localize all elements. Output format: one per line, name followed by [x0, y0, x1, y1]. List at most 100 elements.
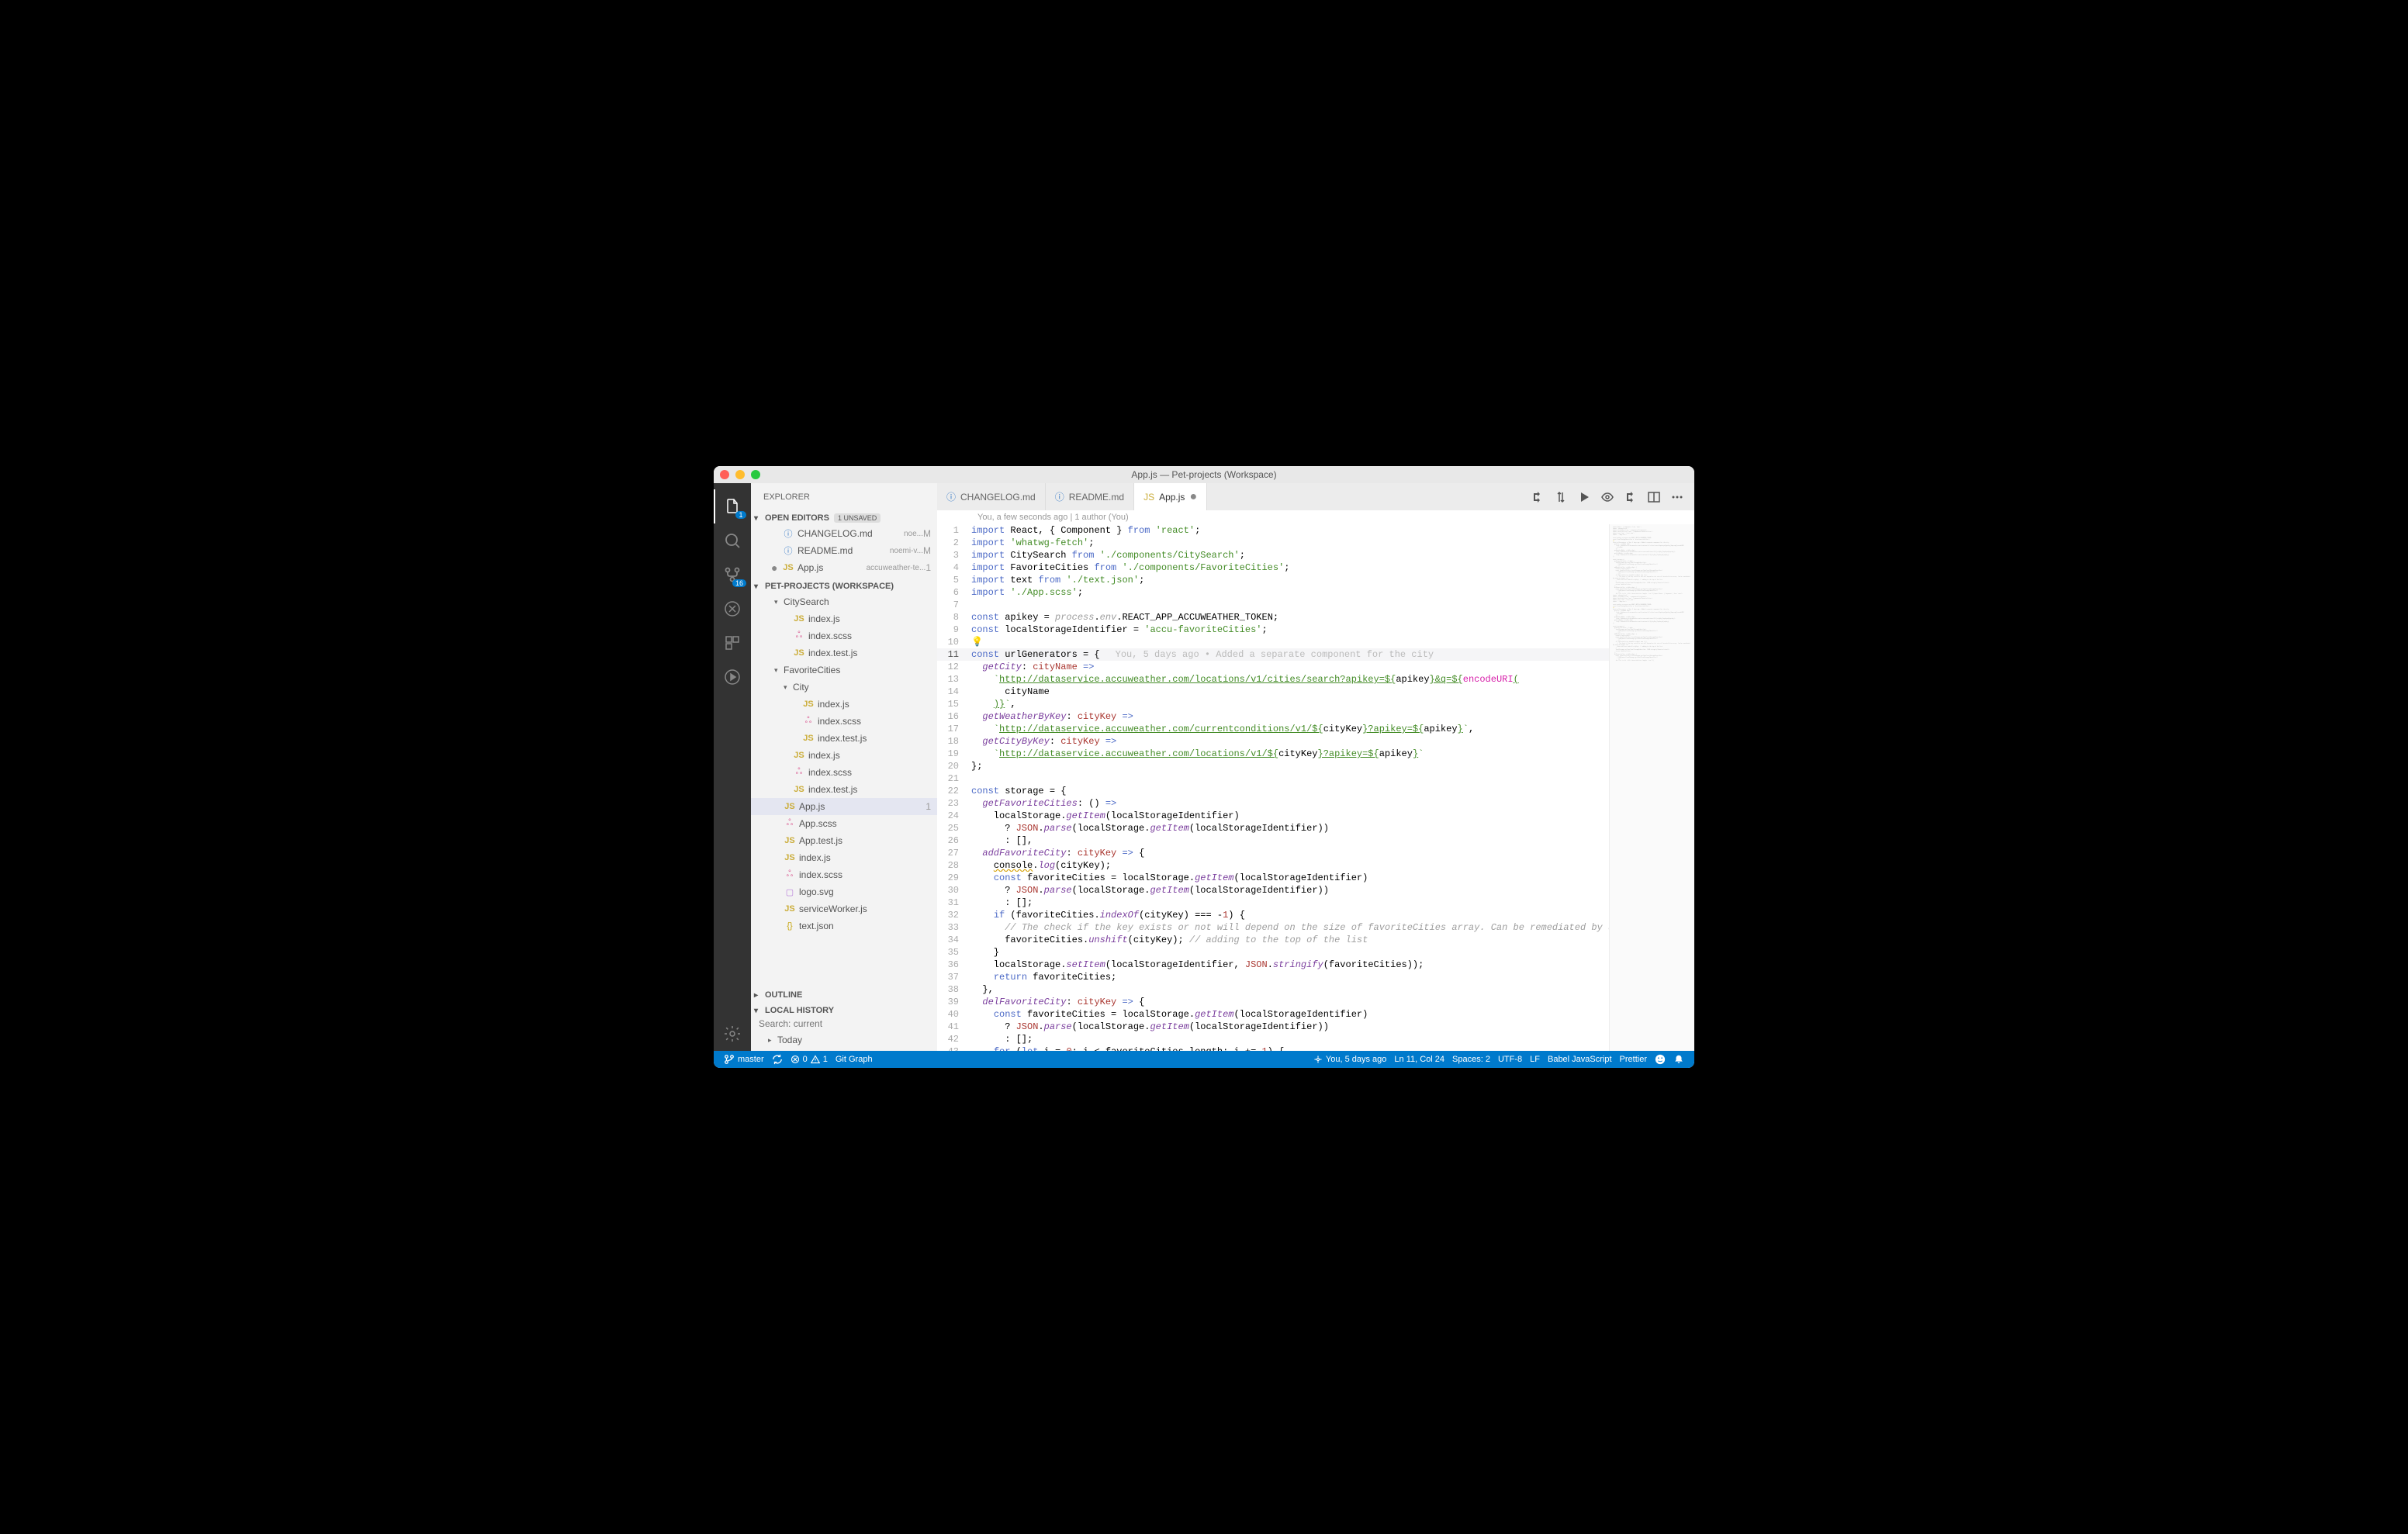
compare-icon[interactable] [1555, 491, 1567, 503]
file-item[interactable]: JSindex.test.js [751, 644, 937, 662]
file-item[interactable]: JSindex.test.js [751, 730, 937, 747]
code-line[interactable]: 1import React, { Component } from 'react… [937, 524, 1609, 537]
code-line[interactable]: 35 } [937, 946, 1609, 959]
editor-tab[interactable]: ⓘREADME.md [1046, 483, 1134, 510]
close-button[interactable] [720, 470, 729, 479]
workspace-header[interactable]: ▾ PET-PROJECTS (WORKSPACE) [751, 580, 937, 593]
code-line[interactable]: 16 getWeatherByKey: cityKey => [937, 710, 1609, 723]
code-line[interactable]: 25 ? JSON.parse(localStorage.getItem(loc… [937, 822, 1609, 834]
code-line[interactable]: 26 : [], [937, 834, 1609, 847]
code-line[interactable]: 41 ? JSON.parse(localStorage.getItem(loc… [937, 1021, 1609, 1033]
code-line[interactable]: 42 : []; [937, 1033, 1609, 1045]
file-item[interactable]: ஃindex.scss [751, 866, 937, 883]
language-mode[interactable]: Babel JavaScript [1544, 1051, 1616, 1068]
code-line[interactable]: 6import './App.scss'; [937, 586, 1609, 599]
prettier-status[interactable]: Prettier [1616, 1051, 1651, 1068]
problems[interactable]: 0 1 [787, 1051, 832, 1068]
file-item[interactable]: JSindex.js [751, 696, 937, 713]
code-line[interactable]: 29 const favoriteCities = localStorage.g… [937, 872, 1609, 884]
format-icon[interactable] [1624, 491, 1637, 503]
code-line[interactable]: 28 console.log(cityKey); [937, 859, 1609, 872]
open-editors-header[interactable]: ▾ OPEN EDITORS 1 UNSAVED [751, 512, 937, 524]
file-item[interactable]: ஃApp.scss [751, 815, 937, 832]
editor-tab[interactable]: ⓘCHANGELOG.md [937, 483, 1046, 510]
code-line[interactable]: 8const apikey = process.env.REACT_APP_AC… [937, 611, 1609, 624]
code-line[interactable]: 5import text from './text.json'; [937, 574, 1609, 586]
run-file-icon[interactable] [1578, 491, 1590, 503]
run-icon[interactable] [714, 660, 751, 694]
folder-item[interactable]: ▾CitySearch [751, 593, 937, 610]
folder-item[interactable]: ▾FavoriteCities [751, 662, 937, 679]
code-line[interactable]: 23 getFavoriteCities: () => [937, 797, 1609, 810]
file-item[interactable]: JSserviceWorker.js [751, 900, 937, 917]
code-line[interactable]: 10💡 [937, 636, 1609, 648]
code-line[interactable]: 4import FavoriteCities from './component… [937, 561, 1609, 574]
code-line[interactable]: 19 `http://dataservice.accuweather.com/l… [937, 748, 1609, 760]
file-item[interactable]: ஃindex.scss [751, 764, 937, 781]
minimap[interactable]: import React, { Component } from 'react'… [1609, 524, 1694, 1051]
preview-icon[interactable] [1601, 491, 1614, 503]
code-line[interactable]: 9const localStorageIdentifier = 'accu-fa… [937, 624, 1609, 636]
open-editor-item[interactable]: ⓘCHANGELOG.mdnoe...M [751, 525, 937, 542]
gitlens-icon[interactable] [1531, 491, 1544, 503]
file-item[interactable]: JSApp.js1 [751, 798, 937, 815]
local-history-header[interactable]: ▾ LOCAL HISTORY [751, 1004, 937, 1017]
local-history-search-input[interactable] [759, 1018, 929, 1029]
open-editor-item[interactable]: ⓘREADME.mdnoemi-v...M [751, 542, 937, 559]
sync-icon[interactable] [768, 1051, 787, 1068]
history-item[interactable]: ▸Today [751, 1031, 937, 1049]
code-line[interactable]: 11const urlGenerators = {You, 5 days ago… [937, 648, 1609, 661]
file-item[interactable]: JSindex.test.js [751, 781, 937, 798]
code-line[interactable]: 7 [937, 599, 1609, 611]
code-line[interactable]: 21 [937, 772, 1609, 785]
code-line[interactable]: 31 : []; [937, 897, 1609, 909]
code-line[interactable]: 24 localStorage.getItem(localStorageIden… [937, 810, 1609, 822]
debug-disabled-icon[interactable] [714, 592, 751, 626]
code-line[interactable]: 14 cityName [937, 686, 1609, 698]
code-line[interactable]: 37 return favoriteCities; [937, 971, 1609, 983]
code-line[interactable]: 38 }, [937, 983, 1609, 996]
git-branch[interactable]: master [720, 1051, 768, 1068]
extensions-icon[interactable] [714, 626, 751, 660]
outline-header[interactable]: ▸ OUTLINE [751, 989, 937, 1001]
code-line[interactable]: 2import 'whatwg-fetch'; [937, 537, 1609, 549]
code-line[interactable]: 34 favoriteCities.unshift(cityKey); // a… [937, 934, 1609, 946]
code-line[interactable]: 32 if (favoriteCities.indexOf(cityKey) =… [937, 909, 1609, 921]
file-item[interactable]: ஃindex.scss [751, 627, 937, 644]
minimize-button[interactable] [735, 470, 745, 479]
settings-gear-icon[interactable] [714, 1017, 751, 1051]
editor-tab[interactable]: JSApp.js● [1134, 483, 1207, 510]
search-icon[interactable] [714, 523, 751, 558]
split-editor-icon[interactable] [1648, 491, 1660, 503]
code-line[interactable]: 33 // The check if the key exists or not… [937, 921, 1609, 934]
code-line[interactable]: 30 ? JSON.parse(localStorage.getItem(loc… [937, 884, 1609, 897]
code-line[interactable]: 27 addFavoriteCity: cityKey => { [937, 847, 1609, 859]
code-line[interactable]: 13 `http://dataservice.accuweather.com/l… [937, 673, 1609, 686]
code-editor[interactable]: 1import React, { Component } from 'react… [937, 524, 1694, 1051]
code-line[interactable]: 12 getCity: cityName => [937, 661, 1609, 673]
folder-item[interactable]: ▾City [751, 679, 937, 696]
file-item[interactable]: ▢logo.svg [751, 883, 937, 900]
code-line[interactable]: 22const storage = { [937, 785, 1609, 797]
code-line[interactable]: 17 `http://dataservice.accuweather.com/c… [937, 723, 1609, 735]
code-line[interactable]: 39 delFavoriteCity: cityKey => { [937, 996, 1609, 1008]
code-line[interactable]: 43 for (let i = 0; i < favoriteCities.le… [937, 1045, 1609, 1051]
file-item[interactable]: ஃindex.scss [751, 713, 937, 730]
cursor-position[interactable]: Ln 11, Col 24 [1390, 1051, 1448, 1068]
source-control-icon[interactable]: 16 [714, 558, 751, 592]
file-item[interactable]: JSindex.js [751, 849, 937, 866]
eol[interactable]: LF [1526, 1051, 1544, 1068]
explorer-icon[interactable]: 1 [714, 489, 751, 523]
more-actions-icon[interactable] [1671, 491, 1683, 503]
code-line[interactable]: 40 const favoriteCities = localStorage.g… [937, 1008, 1609, 1021]
encoding[interactable]: UTF-8 [1494, 1051, 1526, 1068]
file-item[interactable]: {}text.json [751, 917, 937, 935]
blame-status[interactable]: You, 5 days ago [1310, 1051, 1391, 1068]
code-line[interactable]: 3import CitySearch from './components/Ci… [937, 549, 1609, 561]
code-line[interactable]: 15 )}`, [937, 698, 1609, 710]
file-item[interactable]: JSApp.test.js [751, 832, 937, 849]
code-line[interactable]: 18 getCityByKey: cityKey => [937, 735, 1609, 748]
feedback-icon[interactable] [1651, 1051, 1669, 1068]
notifications-icon[interactable] [1669, 1051, 1688, 1068]
code-line[interactable]: 36 localStorage.setItem(localStorageIden… [937, 959, 1609, 971]
